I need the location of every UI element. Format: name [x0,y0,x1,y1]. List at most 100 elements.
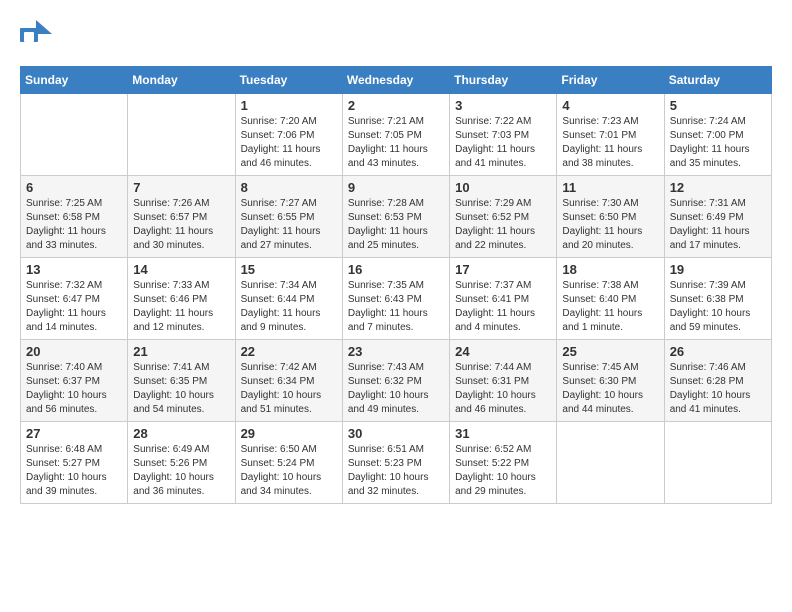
day-info: Sunrise: 7:35 AM Sunset: 6:43 PM Dayligh… [348,279,444,335]
day-info: Sunrise: 7:43 AM Sunset: 6:32 PM Dayligh… [348,361,444,417]
calendar-cell: 11 Sunrise: 7:30 AM Sunset: 6:50 PM Dayli… [557,176,664,258]
calendar-cell: 8Sunrise: 7:27 AM Sunset: 6:55 PM Daylig… [235,176,342,258]
day-number: 24 [455,344,551,359]
day-info: Sunrise: 7:27 AM Sunset: 6:55 PM Dayligh… [241,197,337,253]
calendar-cell: 3 Sunrise: 7:22 AM Sunset: 7:03 PM Daylig… [450,94,557,176]
day-info: Sunrise: 7:25 AM Sunset: 6:58 PM Dayligh… [26,197,122,253]
calendar-cell [557,422,664,504]
calendar-week-row-4: 20 Sunrise: 7:40 AM Sunset: 6:37 PM Dayli… [21,340,772,422]
calendar-cell: 15 Sunrise: 7:34 AM Sunset: 6:44 PM Dayli… [235,258,342,340]
day-number: 27 [26,426,122,441]
calendar-week-row-2: 6 Sunrise: 7:25 AM Sunset: 6:58 PM Daylig… [21,176,772,258]
day-number: 19 [670,262,766,277]
logo-icon [20,20,52,50]
calendar-header-tuesday: Tuesday [235,67,342,94]
logo [20,20,56,50]
calendar-header-thursday: Thursday [450,67,557,94]
calendar-cell: 5 Sunrise: 7:24 AM Sunset: 7:00 PM Daylig… [664,94,771,176]
day-number: 16 [348,262,444,277]
day-number: 7 [133,180,229,195]
calendar-header-sunday: Sunday [21,67,128,94]
day-info: Sunrise: 6:52 AM Sunset: 5:22 PM Dayligh… [455,443,551,499]
day-number: 6 [26,180,122,195]
calendar-cell: 18 Sunrise: 7:38 AM Sunset: 6:40 PM Dayli… [557,258,664,340]
day-info: Sunrise: 7:33 AM Sunset: 6:46 PM Dayligh… [133,279,229,335]
day-info: Sunrise: 7:32 AM Sunset: 6:47 PM Dayligh… [26,279,122,335]
calendar-cell: 1 Sunrise: 7:20 AM Sunset: 7:06 PM Daylig… [235,94,342,176]
calendar-week-row-3: 13 Sunrise: 7:32 AM Sunset: 6:47 PM Dayli… [21,258,772,340]
day-number: 20 [26,344,122,359]
day-number: 5 [670,98,766,113]
day-info: Sunrise: 7:30 AM Sunset: 6:50 PM Dayligh… [562,197,658,253]
page-header [20,20,772,50]
day-number: 12 [670,180,766,195]
day-info: Sunrise: 7:28 AM Sunset: 6:53 PM Dayligh… [348,197,444,253]
day-number: 14 [133,262,229,277]
day-number: 1 [241,98,337,113]
day-number: 13 [26,262,122,277]
calendar-table: SundayMondayTuesdayWednesdayThursdayFrid… [20,66,772,504]
calendar-cell: 22Sunrise: 7:42 AM Sunset: 6:34 PM Dayli… [235,340,342,422]
day-number: 17 [455,262,551,277]
day-info: Sunrise: 7:34 AM Sunset: 6:44 PM Dayligh… [241,279,337,335]
day-info: Sunrise: 7:44 AM Sunset: 6:31 PM Dayligh… [455,361,551,417]
day-info: Sunrise: 7:20 AM Sunset: 7:06 PM Dayligh… [241,115,337,171]
calendar-cell: 16 Sunrise: 7:35 AM Sunset: 6:43 PM Dayli… [342,258,449,340]
day-number: 30 [348,426,444,441]
calendar-cell [664,422,771,504]
calendar-week-row-5: 27Sunrise: 6:48 AM Sunset: 5:27 PM Dayli… [21,422,772,504]
day-info: Sunrise: 6:50 AM Sunset: 5:24 PM Dayligh… [241,443,337,499]
calendar-cell: 29 Sunrise: 6:50 AM Sunset: 5:24 PM Dayli… [235,422,342,504]
day-info: Sunrise: 7:37 AM Sunset: 6:41 PM Dayligh… [455,279,551,335]
calendar-cell [128,94,235,176]
day-number: 3 [455,98,551,113]
day-info: Sunrise: 7:31 AM Sunset: 6:49 PM Dayligh… [670,197,766,253]
day-info: Sunrise: 7:40 AM Sunset: 6:37 PM Dayligh… [26,361,122,417]
day-info: Sunrise: 7:45 AM Sunset: 6:30 PM Dayligh… [562,361,658,417]
day-info: Sunrise: 6:51 AM Sunset: 5:23 PM Dayligh… [348,443,444,499]
day-number: 26 [670,344,766,359]
day-number: 18 [562,262,658,277]
day-number: 28 [133,426,229,441]
calendar-cell [21,94,128,176]
calendar-cell: 23 Sunrise: 7:43 AM Sunset: 6:32 PM Dayli… [342,340,449,422]
day-number: 31 [455,426,551,441]
calendar-cell: 14 Sunrise: 7:33 AM Sunset: 6:46 PM Dayli… [128,258,235,340]
calendar-cell: 26 Sunrise: 7:46 AM Sunset: 6:28 PM Dayli… [664,340,771,422]
calendar-header-monday: Monday [128,67,235,94]
calendar-cell: 20 Sunrise: 7:40 AM Sunset: 6:37 PM Dayli… [21,340,128,422]
calendar-header-row: SundayMondayTuesdayWednesdayThursdayFrid… [21,67,772,94]
day-number: 4 [562,98,658,113]
calendar-cell: 7 Sunrise: 7:26 AM Sunset: 6:57 PM Daylig… [128,176,235,258]
calendar-cell: 28Sunrise: 6:49 AM Sunset: 5:26 PM Dayli… [128,422,235,504]
calendar-cell: 27Sunrise: 6:48 AM Sunset: 5:27 PM Dayli… [21,422,128,504]
day-number: 11 [562,180,658,195]
calendar-week-row-1: 1 Sunrise: 7:20 AM Sunset: 7:06 PM Daylig… [21,94,772,176]
calendar-header-saturday: Saturday [664,67,771,94]
calendar-cell: 13 Sunrise: 7:32 AM Sunset: 6:47 PM Dayli… [21,258,128,340]
day-info: Sunrise: 7:29 AM Sunset: 6:52 PM Dayligh… [455,197,551,253]
day-info: Sunrise: 7:39 AM Sunset: 6:38 PM Dayligh… [670,279,766,335]
day-number: 2 [348,98,444,113]
day-info: Sunrise: 7:24 AM Sunset: 7:00 PM Dayligh… [670,115,766,171]
day-info: Sunrise: 7:26 AM Sunset: 6:57 PM Dayligh… [133,197,229,253]
calendar-cell: 21Sunrise: 7:41 AM Sunset: 6:35 PM Dayli… [128,340,235,422]
calendar-cell: 12 Sunrise: 7:31 AM Sunset: 6:49 PM Dayli… [664,176,771,258]
calendar-cell: 4 Sunrise: 7:23 AM Sunset: 7:01 PM Daylig… [557,94,664,176]
day-info: Sunrise: 7:21 AM Sunset: 7:05 PM Dayligh… [348,115,444,171]
calendar-cell: 17 Sunrise: 7:37 AM Sunset: 6:41 PM Dayli… [450,258,557,340]
day-info: Sunrise: 7:38 AM Sunset: 6:40 PM Dayligh… [562,279,658,335]
calendar-cell: 19 Sunrise: 7:39 AM Sunset: 6:38 PM Dayli… [664,258,771,340]
calendar-header-friday: Friday [557,67,664,94]
calendar-cell: 30 Sunrise: 6:51 AM Sunset: 5:23 PM Dayli… [342,422,449,504]
calendar-cell: 25 Sunrise: 7:45 AM Sunset: 6:30 PM Dayli… [557,340,664,422]
day-info: Sunrise: 7:46 AM Sunset: 6:28 PM Dayligh… [670,361,766,417]
day-info: Sunrise: 7:41 AM Sunset: 6:35 PM Dayligh… [133,361,229,417]
day-number: 15 [241,262,337,277]
day-number: 23 [348,344,444,359]
day-number: 29 [241,426,337,441]
day-info: Sunrise: 7:22 AM Sunset: 7:03 PM Dayligh… [455,115,551,171]
day-number: 25 [562,344,658,359]
day-info: Sunrise: 7:23 AM Sunset: 7:01 PM Dayligh… [562,115,658,171]
calendar-body: 1 Sunrise: 7:20 AM Sunset: 7:06 PM Daylig… [21,94,772,504]
